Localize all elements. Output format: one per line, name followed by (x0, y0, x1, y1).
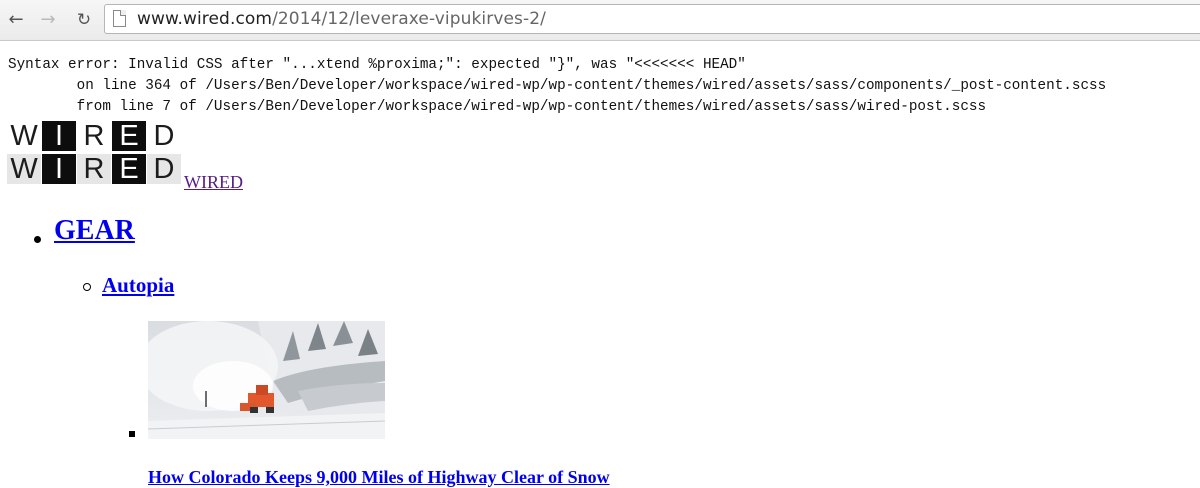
logo-letter-r: R (83, 119, 105, 152)
logo-letter-d: D (153, 119, 175, 152)
wired-logo: W I R E D (7, 121, 182, 151)
nav-gear-link[interactable]: GEAR (54, 215, 135, 247)
logo-letter-i: I (42, 121, 76, 151)
nav-autopia-link[interactable]: Autopia (102, 273, 174, 298)
list-bullet-square (129, 431, 135, 437)
wired-home-link[interactable]: WIRED (184, 172, 243, 193)
syntax-error-message: Syntax error: Invalid CSS after "...xten… (8, 55, 1106, 118)
snowplow-photo (148, 321, 385, 439)
logo-letter-d: D (147, 154, 181, 184)
error-line-2: on line 364 of /Users/Ben/Developer/work… (8, 78, 1107, 94)
article-headline-link[interactable]: How Colorado Keeps 9,000 Miles of Highwa… (148, 467, 610, 488)
url-path: /2014/12/leveraxe-vipukirves-2/ (272, 9, 546, 29)
page-icon (113, 10, 126, 27)
browser-toolbar: ← → ↻ www.wired.com/2014/12/leveraxe-vip… (0, 0, 1200, 41)
back-arrow-icon[interactable]: ← (5, 9, 27, 31)
wired-logo-secondary: W I R E D (7, 154, 182, 184)
url-text[interactable]: www.wired.com/2014/12/leveraxe-vipukirve… (137, 9, 546, 29)
address-bar[interactable]: www.wired.com/2014/12/leveraxe-vipukirve… (104, 4, 1200, 34)
article-thumbnail[interactable] (148, 321, 385, 439)
logo-letter-i: I (42, 154, 76, 184)
logo-letter-r: R (77, 154, 111, 184)
forward-arrow-icon[interactable]: → (37, 9, 59, 31)
list-bullet-disc (34, 236, 41, 243)
reload-icon[interactable]: ↻ (73, 9, 95, 31)
logo-letter-w: W (10, 119, 38, 152)
logo-letter-w: W (7, 154, 41, 184)
error-line-3: from line 7 of /Users/Ben/Developer/work… (8, 99, 987, 115)
logo-letter-e: E (112, 121, 146, 151)
list-bullet-circle (83, 283, 91, 291)
error-line-1: Syntax error: Invalid CSS after "...xten… (8, 57, 746, 73)
logo-letter-e: E (112, 154, 146, 184)
url-host: www.wired.com (137, 9, 273, 29)
